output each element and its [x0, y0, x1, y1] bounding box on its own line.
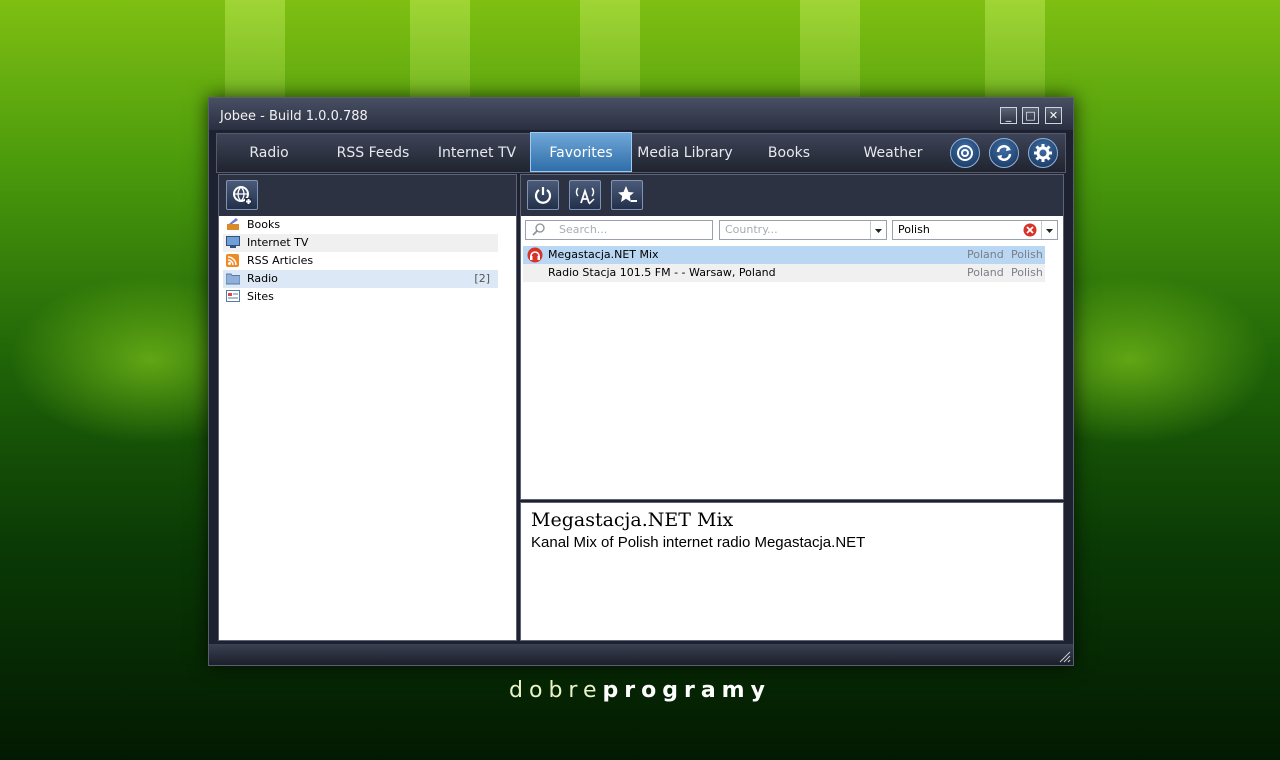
help-icon	[957, 145, 973, 161]
rss-icon	[226, 254, 239, 267]
tree-item-rss-articles[interactable]: RSS Articles	[223, 252, 498, 270]
language-dropdown-button[interactable]	[1041, 221, 1057, 239]
station-name: Radio Stacja 101.5 FM - - Warsaw, Poland	[548, 266, 776, 279]
description-text: Kanal Mix of Polish internet radio Megas…	[531, 534, 866, 551]
tree-item-label: RSS Articles	[247, 254, 314, 267]
refresh-icon	[996, 145, 1012, 161]
tab-weather[interactable]: Weather	[841, 134, 945, 172]
books-icon	[227, 218, 239, 230]
window-title: Jobee - Build 1.0.0.788	[220, 109, 368, 124]
station-row[interactable]: Radio Stacja 101.5 FM - - Warsaw, Poland…	[523, 264, 1045, 282]
tab-favorites[interactable]: Favorites	[530, 132, 632, 172]
chevron-down-icon	[875, 229, 882, 233]
tree-item-sites[interactable]: Sites	[223, 288, 498, 306]
maximize-button[interactable]: □	[1022, 107, 1039, 124]
tree-item-label: Internet TV	[247, 236, 309, 249]
app-window: Jobee - Build 1.0.0.788 _ □ ✕ Radio RSS …	[208, 97, 1074, 666]
station-language: Polish	[1011, 266, 1043, 279]
station-description-panel: Megastacja.NET Mix Kanal Mix of Polish i…	[520, 502, 1064, 641]
clear-language-button[interactable]	[1023, 223, 1037, 237]
watermark-logo: dobreprogramy	[0, 678, 1280, 703]
title-bar[interactable]: Jobee - Build 1.0.0.788 _ □ ✕	[209, 98, 1073, 130]
sites-icon	[226, 290, 240, 302]
tab-books[interactable]: Books	[737, 134, 841, 172]
add-globe-icon	[233, 186, 252, 205]
radio-folder-icon	[226, 273, 240, 285]
watermark-bold: programy	[602, 678, 771, 703]
station-name: Megastacja.NET Mix	[548, 248, 659, 261]
tv-icon	[226, 236, 240, 248]
station-country: Poland	[967, 266, 1004, 279]
tree-item-label: Sites	[247, 290, 274, 303]
tree-item-internet-tv[interactable]: Internet TV	[223, 234, 498, 252]
tab-media-library[interactable]: Media Library	[633, 134, 737, 172]
power-icon	[534, 187, 552, 204]
tree-item-label: Books	[247, 218, 281, 231]
chevron-down-icon	[1046, 229, 1053, 233]
watermark-light: dobre	[509, 678, 603, 703]
close-button[interactable]: ✕	[1045, 107, 1062, 124]
resize-grip-icon[interactable]	[1057, 649, 1071, 663]
station-list-area: Search... Country... Polish Megastacja.N…	[521, 216, 1063, 499]
clear-icon	[1023, 223, 1037, 237]
settings-icon	[1034, 144, 1052, 162]
station-list-panel: Search... Country... Polish Megastacja.N…	[520, 174, 1064, 500]
country-dropdown-button[interactable]	[870, 221, 886, 239]
tab-radio[interactable]: Radio	[217, 134, 321, 172]
station-row[interactable]: Megastacja.NET Mix Poland Polish	[523, 246, 1045, 264]
minimize-button[interactable]: _	[1000, 107, 1017, 124]
edit-station-button[interactable]	[569, 180, 601, 210]
search-icon	[532, 223, 545, 236]
station-country: Poland	[967, 248, 1004, 261]
search-input[interactable]: Search...	[525, 220, 713, 240]
station-playing-icon	[527, 247, 543, 263]
tree-item-radio[interactable]: Radio [2]	[223, 270, 498, 288]
help-button[interactable]	[950, 138, 980, 168]
favorites-category-panel: Books Internet TV RSS Articles Radio [2]…	[218, 174, 517, 641]
country-select[interactable]: Country...	[719, 220, 887, 240]
tab-rss-feeds[interactable]: RSS Feeds	[321, 134, 425, 172]
play-toggle-button[interactable]	[527, 180, 559, 210]
country-placeholder: Country...	[725, 223, 778, 236]
remove-favorite-button[interactable]	[611, 180, 643, 210]
tree-item-count: [2]	[474, 272, 490, 285]
station-language: Polish	[1011, 248, 1043, 261]
status-bar	[209, 644, 1073, 665]
antenna-edit-icon	[575, 187, 595, 205]
description-title: Megastacja.NET Mix	[531, 509, 734, 531]
refresh-button[interactable]	[989, 138, 1019, 168]
star-remove-icon	[618, 186, 637, 202]
tab-internet-tv[interactable]: Internet TV	[425, 134, 529, 172]
add-site-button[interactable]	[226, 180, 258, 210]
language-value: Polish	[898, 223, 930, 236]
main-tab-bar: Radio RSS Feeds Internet TV Favorites Me…	[216, 132, 1066, 173]
language-select[interactable]: Polish	[892, 220, 1058, 240]
search-placeholder: Search...	[559, 223, 608, 236]
category-tree: Books Internet TV RSS Articles Radio [2]…	[219, 216, 516, 640]
tree-item-label: Radio	[247, 272, 278, 285]
settings-button[interactable]	[1028, 138, 1058, 168]
tree-item-books[interactable]: Books	[223, 216, 498, 234]
